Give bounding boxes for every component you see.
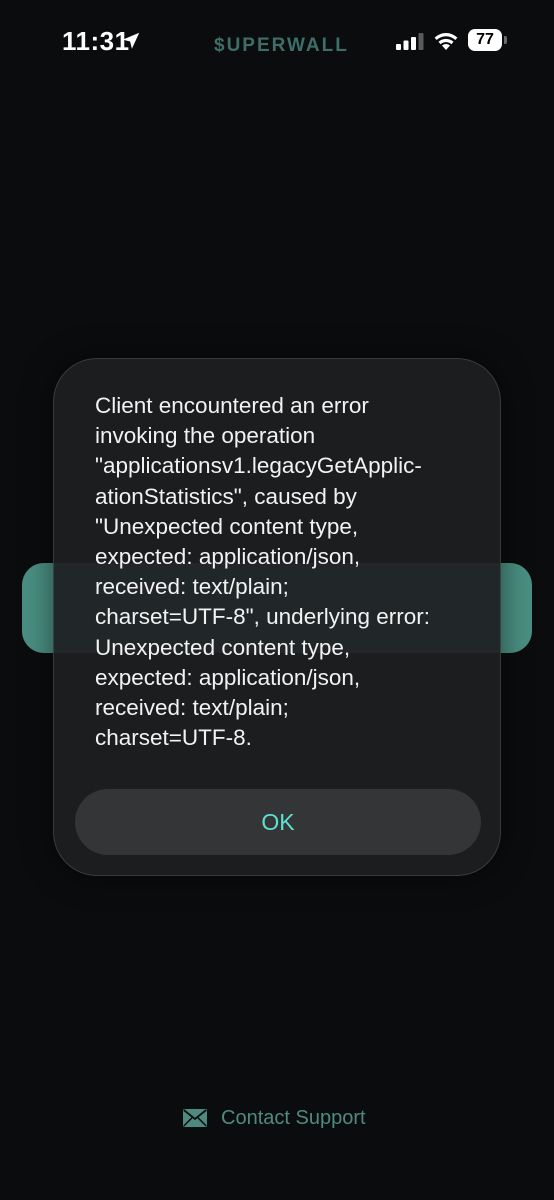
wifi-icon bbox=[434, 33, 458, 50]
battery-icon: 77 bbox=[468, 29, 502, 51]
battery-tip bbox=[504, 36, 507, 44]
contact-support-label: Contact Support bbox=[221, 1106, 366, 1129]
brand-logo: $UPERWALL bbox=[214, 35, 349, 56]
error-alert-dialog: Client encountered an error invoking the… bbox=[53, 358, 501, 876]
mail-icon bbox=[183, 1109, 207, 1127]
alert-message: Client encountered an error invoking the… bbox=[95, 393, 430, 751]
cellular-signal-icon bbox=[396, 33, 424, 50]
status-bar: 11:31 $UPERWALL 77 bbox=[0, 0, 554, 86]
location-arrow-icon bbox=[122, 32, 140, 49]
battery-level: 77 bbox=[476, 31, 494, 48]
contact-support-link[interactable]: Contact Support bbox=[183, 1104, 366, 1132]
ok-button[interactable]: OK bbox=[75, 789, 481, 855]
